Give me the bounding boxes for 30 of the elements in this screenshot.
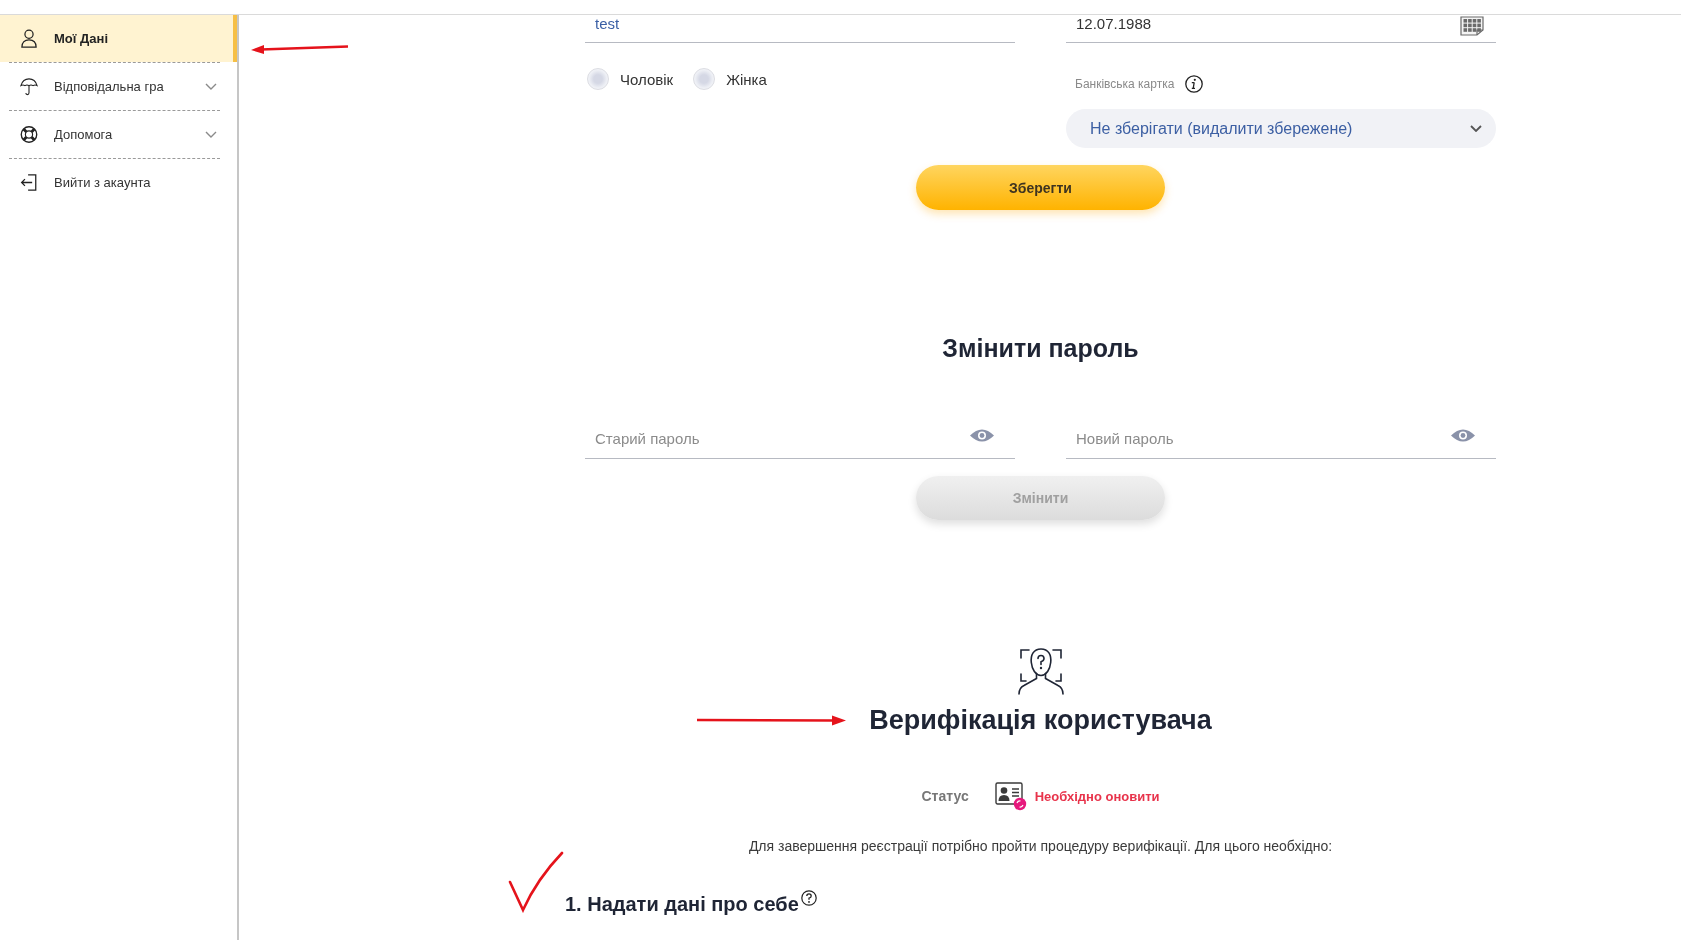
section-heading: Верифікація користувача (869, 704, 1212, 736)
step-title: 1. Надати дані про себе (565, 892, 799, 917)
help-icon[interactable] (800, 890, 817, 906)
eye-icon[interactable] (1450, 428, 1476, 443)
sidebar-item[interactable]: Мої Дані (0, 15, 237, 62)
eye-icon[interactable] (969, 428, 995, 443)
save-button[interactable]: Зберегти (916, 165, 1165, 210)
section-heading: Змінити пароль (942, 333, 1139, 363)
text-field[interactable]: test (585, 15, 1015, 43)
bank-card-select[interactable]: Не зберігати (видалити збережене) (1066, 109, 1496, 148)
radio-label[interactable]: Чоловік (620, 70, 674, 88)
calendar-icon[interactable] (1460, 16, 1484, 36)
logout-icon (20, 173, 38, 192)
sidebar-item[interactable]: Вийти з акаунта (0, 159, 237, 206)
chevron-down-icon (1470, 125, 1482, 132)
status-label: Статус (921, 788, 969, 804)
radio-button[interactable] (693, 68, 716, 90)
sidebar-item[interactable]: Допомога (0, 111, 237, 158)
umbrella-icon (20, 77, 38, 96)
field-label: Банківська картка (1075, 77, 1175, 91)
status-text: Необхідно оновити (1034, 788, 1160, 804)
radio-label[interactable]: Жінка (726, 70, 767, 88)
verification-description: Для завершення реєстрації потрібно пройти процедуру верифікації. Для цього необхідно: (748, 837, 1333, 856)
lifebuoy-icon (20, 125, 38, 144)
info-icon[interactable] (1185, 75, 1204, 93)
checkmark-annotation (508, 851, 564, 913)
radio-button[interactable] (587, 68, 609, 90)
id-card-icon (994, 781, 1027, 811)
sidebar-item[interactable]: Відповідальна гра (0, 63, 237, 110)
user-icon (20, 29, 38, 48)
